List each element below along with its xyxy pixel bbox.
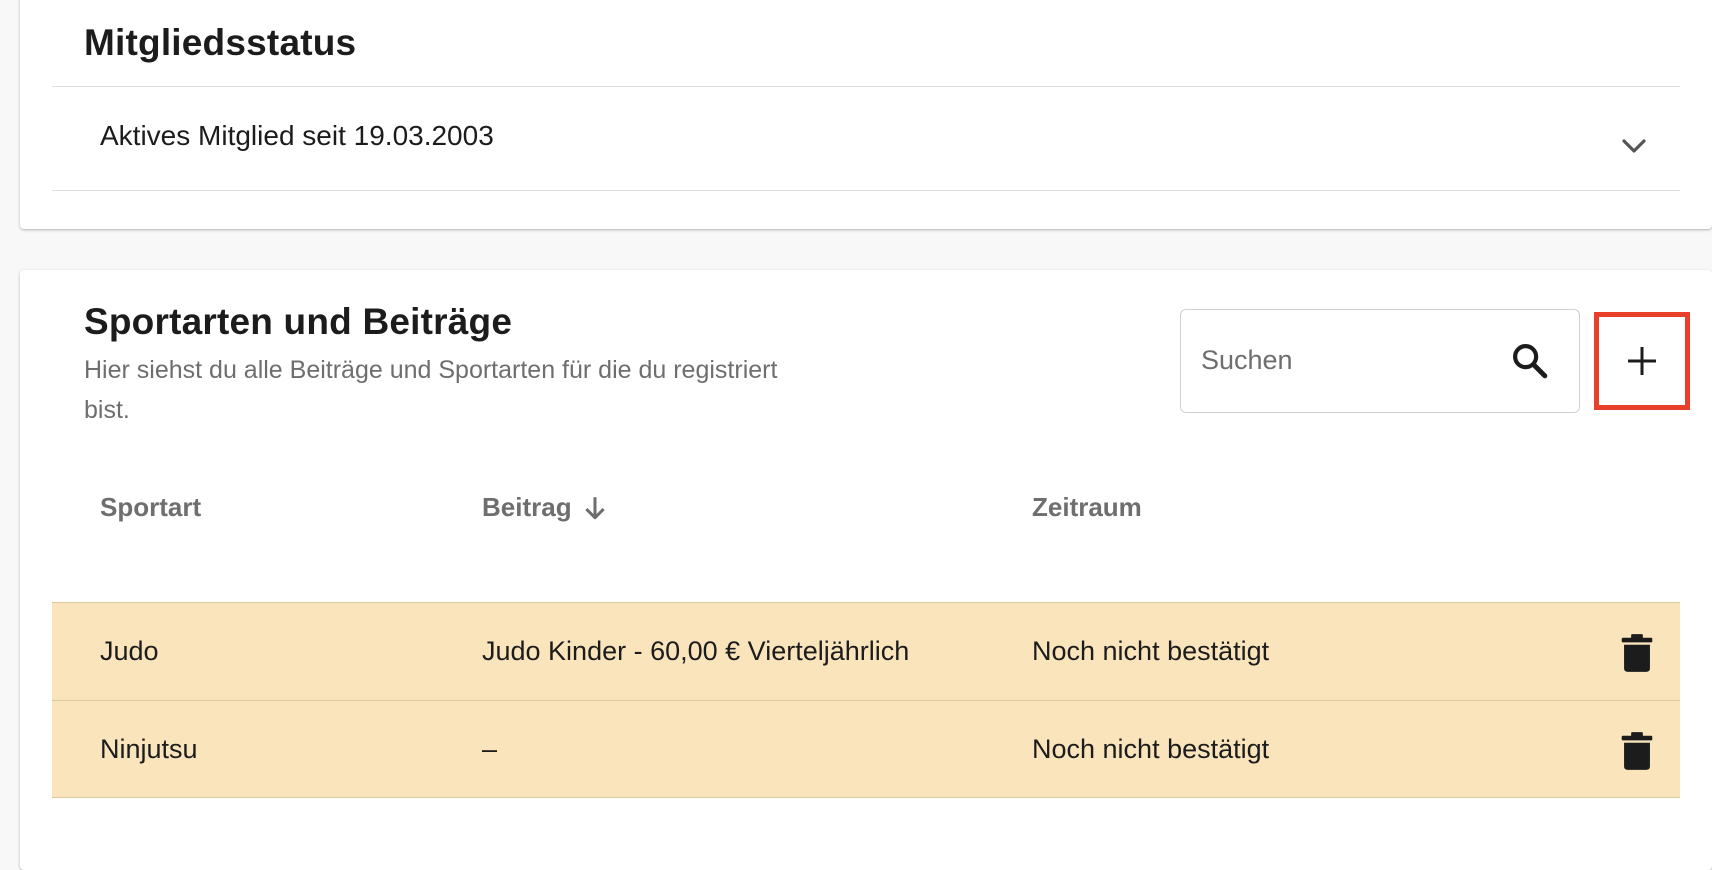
- sports-fees-subtitle: Hier siehst du alle Beiträge und Sportar…: [84, 356, 778, 424]
- cell-sport: Judo: [100, 636, 159, 666]
- membership-status-text: Aktives Mitglied seit 19.03.2003: [100, 120, 494, 151]
- search-icon[interactable]: [1509, 340, 1551, 382]
- sports-fees-card: Sportarten und Beiträge Hier siehst du a…: [20, 270, 1712, 870]
- chevron-down-icon: [1622, 139, 1646, 153]
- cell-period: Noch nicht bestätigt: [1032, 734, 1270, 764]
- search-input[interactable]: [1201, 338, 1491, 382]
- column-header-sportart[interactable]: Sportart: [100, 492, 201, 523]
- column-header-label: Sportart: [100, 492, 202, 522]
- cell-fee: –: [482, 734, 498, 764]
- search-field[interactable]: [1180, 309, 1580, 413]
- column-header-zeitraum[interactable]: Zeitraum: [1032, 492, 1142, 523]
- add-sport-button[interactable]: [1594, 312, 1690, 410]
- expand-chevron-button[interactable]: [1614, 130, 1654, 162]
- trash-icon[interactable]: [1620, 731, 1654, 771]
- cell-fee: Judo Kinder - 60,00 € Vierteljährlich: [482, 636, 910, 666]
- membership-status-card: Mitgliedsstatus Aktives Mitglied seit 19…: [20, 0, 1712, 229]
- table-row[interactable]: Judo Judo Kinder - 60,00 € Vierteljährli…: [52, 602, 1680, 700]
- sports-fees-title: Sportarten und Beiträge: [84, 301, 513, 342]
- column-header-beitrag[interactable]: Beitrag: [482, 492, 608, 523]
- table-row[interactable]: Ninjutsu – Noch nicht bestätigt: [52, 700, 1680, 798]
- arrow-down-icon[interactable]: [582, 494, 608, 522]
- cell-period: Noch nicht bestätigt: [1032, 636, 1270, 666]
- divider: [52, 190, 1680, 191]
- membership-status-title: Mitgliedsstatus: [84, 22, 357, 63]
- column-header-label: Beitrag: [482, 492, 572, 522]
- trash-icon[interactable]: [1620, 633, 1654, 673]
- cell-sport: Ninjutsu: [100, 734, 198, 764]
- divider: [52, 86, 1680, 87]
- plus-icon: [1628, 347, 1656, 375]
- column-header-label: Zeitraum: [1032, 492, 1142, 522]
